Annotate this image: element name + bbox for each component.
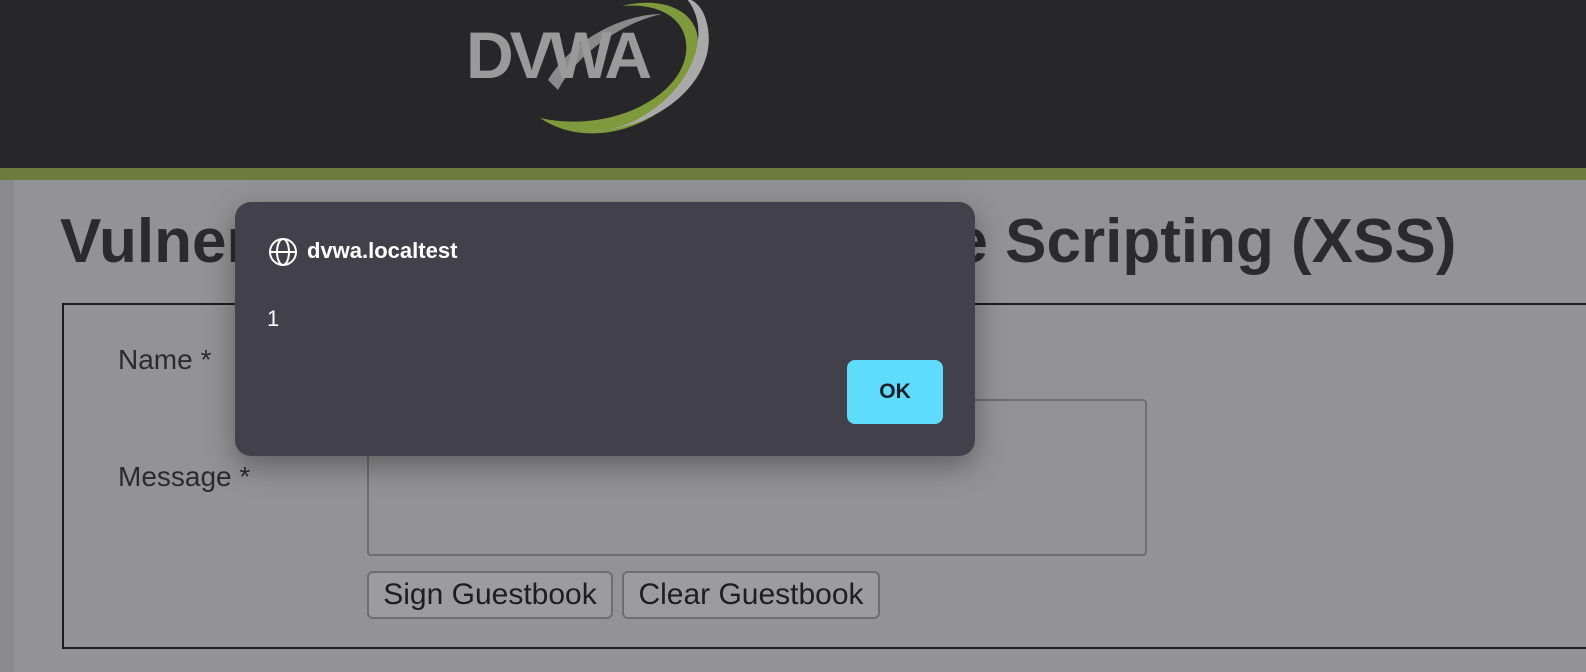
dialog-origin: dvwa.localtest (307, 238, 458, 263)
globe-icon (269, 238, 297, 266)
name-label: Name * (118, 344, 212, 375)
site-header: DVWA (0, 0, 1586, 168)
dialog-message: 1 (267, 306, 280, 331)
header-accent-bar (0, 168, 1586, 180)
sidebar-edge (0, 180, 14, 672)
clear-guestbook-button[interactable]: Clear Guestbook (622, 571, 880, 619)
logo-text: DVWA (466, 18, 652, 92)
alert-dialog: dvwa.localtest 1 OK (235, 202, 975, 456)
sign-guestbook-button[interactable]: Sign Guestbook (367, 571, 613, 619)
ok-button[interactable]: OK (847, 360, 943, 424)
dvwa-logo: DVWA (462, 0, 722, 140)
message-label: Message * (118, 461, 251, 492)
